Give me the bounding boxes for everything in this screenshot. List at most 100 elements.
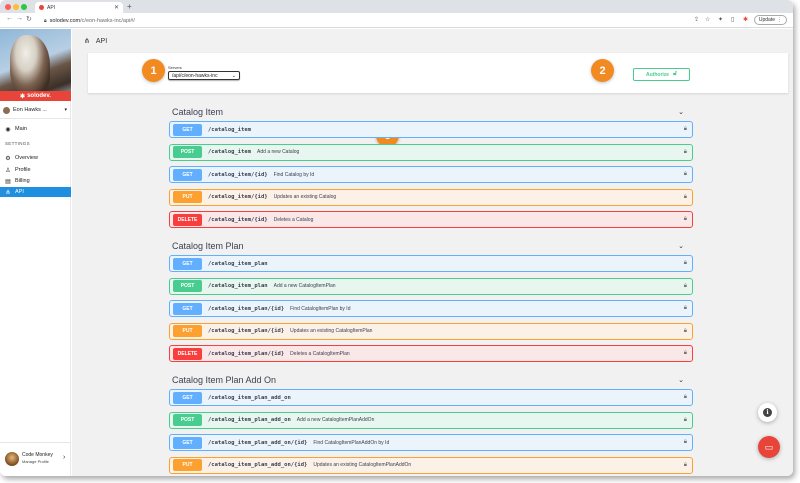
lock-icon[interactable]: 🔒︎ [684,350,687,357]
sidebar-item-main[interactable]: ◉ Main [0,124,71,134]
lock-icon[interactable]: 🔒︎ [684,283,687,290]
browser-window: API ✕ + ← → ↻ 🔒︎ solodev.com/c/eon-hawks… [0,0,793,476]
operation-description: Find Catalog by Id [273,171,315,178]
api-operation-put[interactable]: PUT/catalog_item/{id} Updates an existing… [169,188,693,206]
sidebar-item-profile[interactable]: ♙ Profile [0,165,71,175]
sidebar-item-label: Profile [15,167,31,173]
sidebar-item-label: Overview [15,155,38,161]
main-icon: ◉ [5,126,11,133]
api-operation-get[interactable]: GET/catalog_item_plan 🔒︎ [169,255,693,272]
logo-mark-icon: ✱ [20,93,26,100]
sidebar-item-billing[interactable]: ▤ Billing [0,176,71,186]
authorize-button[interactable]: Authorize 🔓︎ [633,68,690,81]
api-operation-get[interactable]: GET/catalog_item_plan/{id} Find CatalogIt… [169,300,693,317]
api-operation-get[interactable]: GET/catalog_item/{id} Find Catalog by Id 🔒… [169,166,693,183]
gear-icon: ⚙ [5,155,11,162]
settings-section-label: SETTINGS [5,141,30,146]
solodev-extension-icon[interactable]: ✱ [743,16,748,23]
extensions-icon[interactable]: ✦ [718,16,723,23]
unlock-icon: 🔓︎ [673,71,677,77]
tab-title: API [47,4,56,11]
operation-path: /catalog_item_plan/{id} [208,350,285,357]
method-badge: DELETE [173,347,202,360]
update-label: Update [758,17,775,23]
forward-icon[interactable]: → [16,15,23,22]
chevron-down-icon[interactable]: ⌄ [678,108,684,116]
manage-profile-link[interactable]: Manage Profile [22,459,49,464]
url-path: /c/eon-hawks-inc/api#/ [80,17,135,24]
group-header[interactable]: Catalog Item ⌄ [172,107,684,117]
lock-icon[interactable]: 🔒︎ [684,149,687,156]
zoom-window-button[interactable] [21,4,27,10]
operation-path: /catalog_item_plan_add_on [208,417,291,423]
update-button[interactable]: Update ⋮ [753,15,787,25]
address-bar[interactable]: 🔒︎ solodev.com/c/eon-hawks-inc/api#/ [40,15,740,26]
share-icon[interactable]: ⇪ [694,16,699,23]
lock-icon[interactable]: 🔒︎ [684,260,687,267]
sidepanel-icon[interactable]: ▯ [731,16,734,23]
sidebar-item-overview[interactable]: ⚙ Overview [0,153,71,163]
servers-panel: Servers /api/c/eon-hawks-inc ⌄ Authorize… [88,53,788,93]
close-window-button[interactable] [5,4,11,10]
group-title: Catalog Item Plan [172,241,244,251]
method-badge: PUT [173,191,202,203]
api-operation-put[interactable]: PUT/catalog_item_plan_add_on/{id} Updates… [169,456,693,474]
chevron-right-icon: › [63,454,66,461]
lock-icon[interactable]: 🔒︎ [684,328,687,335]
solodev-logo[interactable]: ✱ solodev. [0,91,71,101]
api-operation-post[interactable]: POST/catalog_item Add a new Catalog 🔒︎ [169,143,693,161]
lock-icon[interactable]: 🔒︎ [684,394,687,401]
method-badge: POST [173,280,202,292]
method-badge: GET [173,391,202,404]
url-host: solodev.com [49,17,81,24]
operation-path: /catalog_item_plan/{id} [208,328,285,334]
operation-description: Updates an existing CatalogItemPlanAddOn [313,462,412,468]
sidebar: ✱ solodev. Eon Hawks ... ▾ ◉ Main SETTIN… [0,29,71,476]
group-title: Catalog Item Plan Add On [172,375,277,385]
bookmark-star-icon[interactable]: ☆ [705,16,710,23]
method-badge: GET [173,123,202,136]
group-title: Catalog Item [172,107,224,117]
org-switcher[interactable]: Eon Hawks ... ▾ [3,104,69,116]
authorize-label: Authorize [646,71,670,78]
minimize-window-button[interactable] [13,4,19,10]
api-operation-get[interactable]: GET/catalog_item 🔒︎ [169,121,693,138]
api-operation-delete[interactable]: DELETE/catalog_item_plan/{id} Deletes a C… [169,345,693,362]
reload-icon[interactable]: ↻ [26,15,32,23]
group-header[interactable]: Catalog Item Plan Add On ⌄ [172,375,684,385]
sidebar-item-api[interactable]: ⋔ API [0,187,71,197]
method-badge: GET [173,302,202,315]
page-header: ⋔ API [84,37,107,46]
servers-select[interactable]: /api/c/eon-hawks-inc ⌄ [168,71,240,80]
api-operation-get[interactable]: GET/catalog_item_plan_add_on 🔒︎ [169,389,693,406]
api-operation-post[interactable]: POST/catalog_item_plan_add_on Add a new C… [169,411,693,429]
api-operation-delete[interactable]: DELETE/catalog_item/{id} Deletes a Catalo… [169,211,693,228]
browser-tab[interactable]: API ✕ [35,2,123,13]
lock-icon[interactable]: 🔒︎ [684,439,687,446]
lock-icon[interactable]: 🔒︎ [684,462,687,469]
lock-icon[interactable]: 🔒︎ [684,417,687,424]
user-profile[interactable]: Code Monkey Manage Profile › [0,442,71,476]
close-tab-icon[interactable]: ✕ [114,4,119,11]
info-button[interactable]: i [758,403,777,422]
back-icon[interactable]: ← [6,15,13,22]
chevron-down-icon[interactable]: ⌄ [678,242,684,250]
lock-icon[interactable]: 🔒︎ [684,171,687,178]
chevron-down-icon[interactable]: ⌄ [678,376,684,384]
operation-path: /catalog_item_plan [208,260,268,267]
operation-path: /catalog_item_plan [208,283,268,289]
lock-icon[interactable]: 🔒︎ [684,126,687,133]
group-header[interactable]: Catalog Item Plan ⌄ [172,241,684,251]
api-operation-post[interactable]: POST/catalog_item_plan Add a new CatalogI… [169,277,693,295]
api-operation-put[interactable]: PUT/catalog_item_plan/{id} Updates an exi… [169,322,693,340]
chat-button[interactable]: ▭ [758,436,780,458]
lock-icon[interactable]: 🔒︎ [684,216,687,223]
operation-description: Add a new Catalog [257,149,300,155]
operation-description: Deletes a Catalog [273,216,314,223]
new-tab-icon[interactable]: + [127,2,132,11]
api-operation-get[interactable]: GET/catalog_item_plan_add_on/{id} Find Ca… [169,434,693,451]
operation-path: /catalog_item_plan/{id} [208,305,285,312]
operation-description: Deletes a CatalogItemPlan [290,350,350,357]
lock-icon[interactable]: 🔒︎ [684,194,687,201]
lock-icon[interactable]: 🔒︎ [684,305,687,312]
